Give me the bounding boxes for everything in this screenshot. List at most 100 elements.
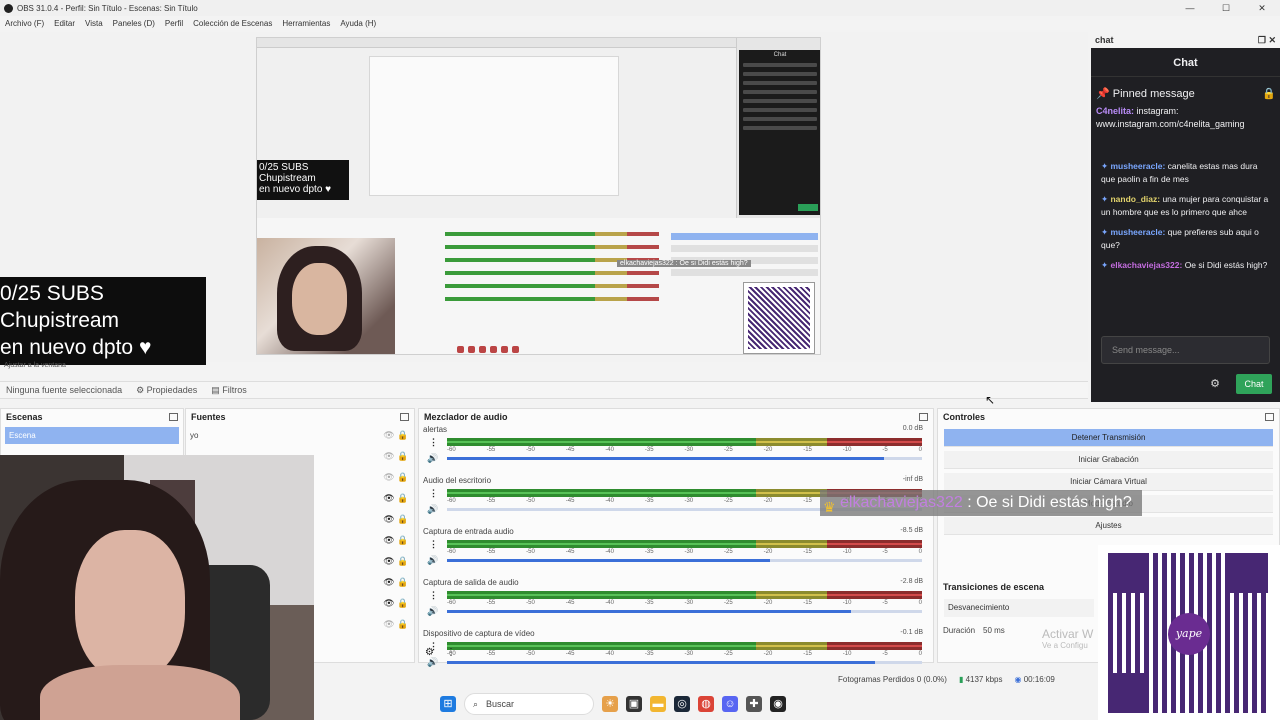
sources-title: Fuentes <box>191 412 226 422</box>
channel-name: alertas <box>423 425 448 434</box>
app-icon[interactable]: ✚ <box>746 696 762 712</box>
scene-item[interactable]: Escena <box>5 427 179 444</box>
channel-menu-icon[interactable]: ⋮ <box>429 488 438 499</box>
minimize-icon[interactable]: — <box>1172 0 1208 16</box>
source-toolbar: Ninguna fuente seleccionada ⚙ Propiedade… <box>0 381 1088 399</box>
activate-windows-watermark: Activar W Ve a Configu <box>1042 627 1094 650</box>
speaker-icon[interactable]: 🔊 <box>427 606 438 617</box>
windows-start-icon[interactable]: ⊞ <box>440 696 456 712</box>
chat-message-input[interactable]: Send message... <box>1101 336 1270 364</box>
lock-icon[interactable]: 🔒 <box>396 514 410 525</box>
chat-settings-icon[interactable]: ⚙ <box>1210 377 1220 390</box>
start-virtual-camera-button[interactable]: Iniciar Cámara Virtual <box>944 473 1273 491</box>
dropped-frames: Fotogramas Perdidos 0 (0.0%) <box>838 674 947 684</box>
scale-tick: -30 <box>684 600 694 606</box>
channel-menu-icon[interactable]: ⋮ <box>429 539 438 550</box>
lock-icon[interactable]: 🔒 <box>396 493 410 504</box>
visibility-eye-icon[interactable]: 👁 <box>382 577 396 588</box>
start-recording-button[interactable]: Iniciar Grabación <box>944 451 1273 469</box>
lock-icon[interactable]: 🔒 <box>396 451 410 462</box>
speaker-icon[interactable]: 🔊 <box>427 657 438 668</box>
volume-slider[interactable] <box>447 661 922 664</box>
taskbar-search[interactable]: ⌕ Buscar <box>464 693 594 715</box>
channel-name: Audio del escritorio <box>423 476 492 485</box>
channel-menu-icon[interactable]: ⋮ <box>429 437 438 448</box>
visibility-eye-icon[interactable]: 👁 <box>382 514 396 525</box>
settings-button[interactable]: Ajustes <box>944 517 1273 535</box>
chrome-icon[interactable]: ◍ <box>698 696 714 712</box>
volume-slider[interactable] <box>447 559 922 562</box>
visibility-eye-icon[interactable]: 👁 <box>382 493 396 504</box>
volume-slider[interactable] <box>447 457 922 460</box>
speaker-icon[interactable]: 🔊 <box>427 555 438 566</box>
chat-username[interactable]: musheeracle: <box>1110 227 1165 237</box>
lock-icon[interactable]: 🔒 <box>396 472 410 483</box>
filters-button[interactable]: ▤ Filtros <box>211 385 247 396</box>
speaker-icon[interactable]: 🔊 <box>427 504 438 515</box>
scale-tick: -15 <box>803 651 812 657</box>
scale-tick: -20 <box>763 651 773 657</box>
scale-tick: -35 <box>644 549 654 555</box>
scale-tick: -45 <box>565 651 575 657</box>
chat-send-button[interactable]: Chat <box>1236 374 1272 394</box>
undock-icon[interactable] <box>400 413 409 421</box>
file-explorer-icon[interactable]: ▬ <box>650 696 666 712</box>
scale-tick: -25 <box>724 600 733 606</box>
scale-tick: -15 <box>803 498 812 504</box>
preview-canvas[interactable]: 0/25 SUBS Chupistream en nuevo dpto ♥ Chat <box>256 37 821 355</box>
lock-icon[interactable]: 🔒 <box>396 556 410 567</box>
chat-dock-controls[interactable]: ❐ ✕ <box>1258 35 1276 46</box>
mixer-menu-icon[interactable]: ⋮ <box>446 647 456 658</box>
close-icon[interactable]: ✕ <box>1244 0 1280 16</box>
duration-input[interactable]: 50 ms <box>983 626 1005 635</box>
task-view-icon[interactable]: ▣ <box>626 696 642 712</box>
visibility-eye-icon[interactable]: 👁 <box>382 535 396 546</box>
undock-icon[interactable] <box>919 413 928 421</box>
channel-menu-icon[interactable]: ⋮ <box>429 590 438 601</box>
scale-tick: -55 <box>486 651 496 657</box>
lock-icon[interactable]: 🔒 <box>396 598 410 609</box>
menu-edit[interactable]: Editar <box>54 19 75 28</box>
channel-db: -2.8 dB <box>900 578 923 585</box>
properties-button[interactable]: ⚙ Propiedades <box>136 385 197 396</box>
lock-icon[interactable]: 🔒 <box>396 535 410 546</box>
lock-icon[interactable]: 🔒 <box>396 430 410 441</box>
steam-icon[interactable]: ◎ <box>674 696 690 712</box>
menu-file[interactable]: Archivo (F) <box>5 19 44 28</box>
menu-profile[interactable]: Perfil <box>165 19 183 28</box>
obs-taskbar-icon[interactable]: ◉ <box>770 696 786 712</box>
visibility-eye-icon[interactable]: 👁 <box>382 556 396 567</box>
chat-username[interactable]: nando_diaz: <box>1110 194 1160 204</box>
speaker-icon[interactable]: 🔊 <box>427 453 438 464</box>
source-row[interactable]: yo 👁 🔒 <box>186 425 414 446</box>
transition-select[interactable]: Desvanecimiento <box>944 599 1094 617</box>
undock-icon[interactable] <box>1265 413 1274 421</box>
undock-icon[interactable] <box>169 413 178 421</box>
chat-username[interactable]: elkachaviejas322: <box>1110 260 1182 270</box>
lock-icon[interactable]: 🔒 <box>1262 88 1276 101</box>
lock-icon[interactable]: 🔒 <box>396 577 410 588</box>
channel-name: Captura de entrada audio <box>423 527 514 536</box>
visibility-eye-icon[interactable]: 👁 <box>382 430 396 441</box>
menu-tools[interactable]: Herramientas <box>282 19 330 28</box>
widgets-icon[interactable]: ☀ <box>602 696 618 712</box>
menu-view[interactable]: Vista <box>85 19 103 28</box>
menu-scene-collection[interactable]: Colección de Escenas <box>193 19 272 28</box>
maximize-icon[interactable]: ☐ <box>1208 0 1244 16</box>
mixer-settings-icon[interactable]: ⚙ <box>425 647 434 658</box>
menu-help[interactable]: Ayuda (H) <box>340 19 376 28</box>
discord-icon[interactable]: ☺ <box>722 696 738 712</box>
visibility-eye-icon[interactable]: 👁 <box>382 451 396 462</box>
visibility-eye-icon[interactable]: 👁 <box>382 598 396 609</box>
scale-tick: -35 <box>644 447 654 453</box>
menu-docks[interactable]: Paneles (D) <box>113 19 155 28</box>
chat-username[interactable]: musheeracle: <box>1110 161 1165 171</box>
pinned-message: 📌 Pinned message 🔒 C4nelita: instagram: … <box>1096 88 1276 129</box>
lock-icon[interactable]: 🔒 <box>396 619 410 630</box>
visibility-eye-icon[interactable]: 👁 <box>382 619 396 630</box>
zoom-label[interactable]: Ajustar a la ventana <box>4 362 66 369</box>
visibility-eye-icon[interactable]: 👁 <box>382 472 396 483</box>
volume-slider[interactable] <box>447 610 922 613</box>
stop-streaming-button[interactable]: Detener Transmisión <box>944 429 1273 447</box>
volume-fill <box>447 661 875 664</box>
